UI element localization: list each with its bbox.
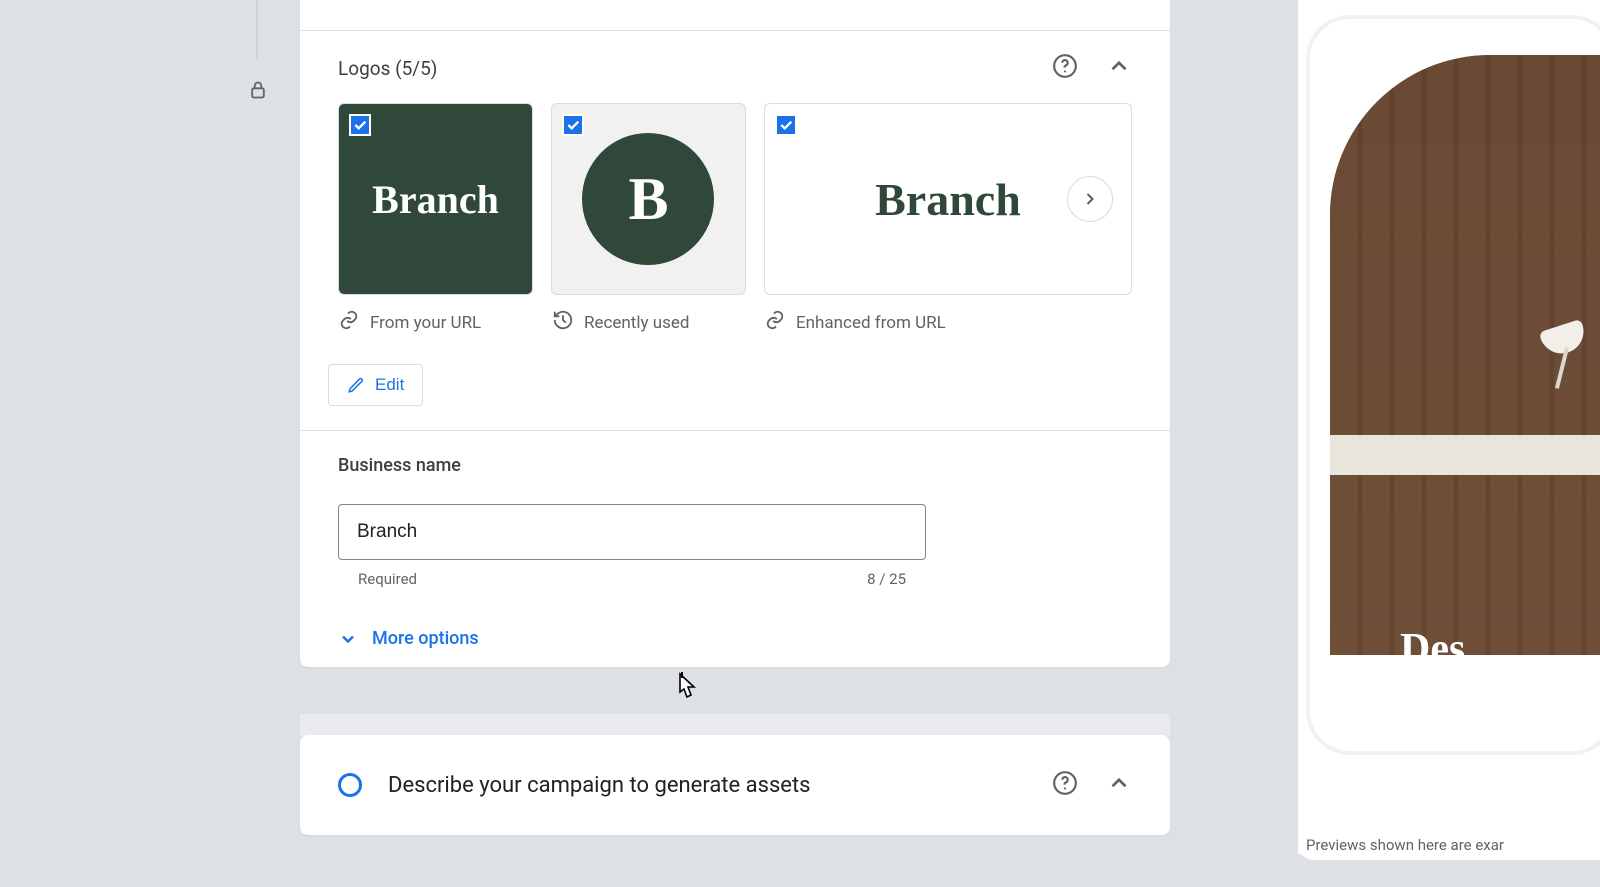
business-char-counter: 8 / 25 <box>867 570 906 588</box>
caption-enhanced: Enhanced from URL <box>796 313 946 333</box>
assets-card: Logos (5/5) Branch B <box>300 0 1170 667</box>
radio-unselected-icon[interactable] <box>338 773 362 797</box>
business-name-label: Business name <box>338 455 1132 476</box>
checkbox-checked-icon[interactable] <box>775 114 797 136</box>
preview-panel: Des Previews shown here are exar <box>1298 0 1600 860</box>
business-required-hint: Required <box>358 570 417 588</box>
brand-logo-letter: B <box>628 165 668 234</box>
link-icon <box>338 309 360 336</box>
preview-disclaimer: Previews shown here are exar <box>1298 836 1600 854</box>
brand-logo-text-dark: Branch <box>875 173 1021 226</box>
link-icon <box>764 309 786 336</box>
phone-preview-frame: Des <box>1306 15 1600 755</box>
brand-logo-text: Branch <box>372 176 499 223</box>
edit-logos-button[interactable]: Edit <box>328 364 423 406</box>
stepper-track <box>256 0 258 60</box>
logo-tiles-row: Branch B Branch <box>300 83 1170 295</box>
logo-tile-dark[interactable]: Branch <box>338 103 533 295</box>
describe-title: Describe your campaign to generate asset… <box>388 773 811 798</box>
checkbox-checked-icon[interactable] <box>349 114 371 136</box>
logos-title: Logos (5/5) <box>338 57 437 80</box>
checkbox-checked-icon[interactable] <box>562 114 584 136</box>
more-options-toggle[interactable]: More options <box>300 598 1170 657</box>
lamp-graphic <box>1542 325 1600 405</box>
business-name-input[interactable] <box>338 504 926 560</box>
help-icon[interactable] <box>1052 53 1078 83</box>
describe-campaign-card[interactable]: Describe your campaign to generate asset… <box>300 735 1170 835</box>
next-logo-button[interactable] <box>1067 176 1113 222</box>
history-icon <box>552 309 574 336</box>
help-icon[interactable] <box>1052 770 1078 800</box>
preview-headline: Des <box>1400 625 1465 655</box>
edit-label: Edit <box>375 375 404 395</box>
lock-icon <box>248 78 268 106</box>
logo-tile-circle[interactable]: B <box>551 103 746 295</box>
caption-from-url: From your URL <box>370 313 481 333</box>
logo-tile-wide[interactable]: Branch <box>764 103 1132 295</box>
logo-captions: From your URL Recently used Enhanced fro… <box>300 295 1170 336</box>
collapse-icon[interactable] <box>1106 53 1132 83</box>
more-options-label: More options <box>372 628 479 649</box>
ad-preview-image: Des <box>1330 55 1600 655</box>
caption-recently-used: Recently used <box>584 313 690 333</box>
card-gap <box>300 714 1170 736</box>
brand-circle-logo: B <box>582 133 714 265</box>
collapse-icon[interactable] <box>1106 770 1132 800</box>
